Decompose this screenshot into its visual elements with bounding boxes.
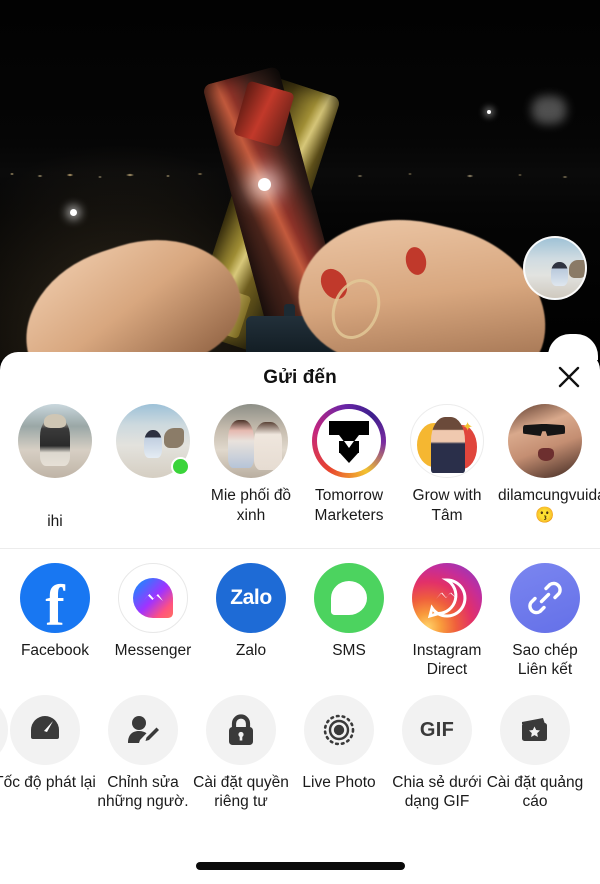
light-spark (70, 209, 77, 216)
share-sheet: Gửi đến ihi Mie phối đồ xinh Tomorrow Ma… (0, 352, 600, 884)
apps-row[interactable]: f Facebook Messenger Zalo Zalo SMS Insta… (0, 549, 600, 679)
edit-people-icon (108, 695, 178, 765)
action-item-share-as-gif[interactable]: GIF Chia sẻ dưới dạng GIF (388, 695, 486, 811)
contact-name: dilamcungvuiday😗 (498, 487, 600, 524)
speedometer-icon (10, 695, 80, 765)
link-icon (510, 563, 580, 633)
app-label: Zalo (235, 642, 267, 659)
avatar-wrap (312, 404, 386, 478)
contact-item-tomorrow-marketers[interactable]: Tomorrow Marketers (300, 400, 398, 526)
action-label: Cài đặt quảng cáo (486, 774, 584, 810)
app-label: Facebook (20, 642, 90, 659)
close-button[interactable] (552, 360, 586, 394)
light-haze (532, 96, 566, 124)
avatar (508, 404, 582, 478)
app-label: Instagram Direct (412, 642, 482, 678)
share-target-zalo[interactable]: Zalo Zalo (202, 563, 300, 660)
close-icon (558, 366, 580, 388)
instagram-direct-icon (412, 563, 482, 633)
action-item-ad-settings[interactable]: Cài đặt quảng cáo (486, 695, 584, 811)
facebook-icon: f (20, 563, 90, 633)
avatar-figure (551, 262, 568, 286)
contact-name: Tomorrow Marketers (314, 487, 384, 524)
action-item-playback-speed[interactable]: Tốc độ phát lại (0, 695, 96, 792)
action-label: Cài đặt quyền riêng tư (193, 774, 289, 810)
share-target-messenger[interactable]: Messenger (104, 563, 202, 660)
tm-logo-icon (317, 409, 381, 473)
lock-icon (206, 695, 276, 765)
instagram-bubble-icon (427, 578, 467, 619)
padlock-glyph (229, 714, 253, 745)
light-spark (258, 178, 271, 191)
contact-item-mie[interactable]: Mie phối đồ xinh (202, 400, 300, 526)
gif-icon: GIF (402, 695, 472, 765)
avatar: ✦ (410, 404, 484, 478)
messenger-bolt-icon (143, 594, 163, 601)
contact-item-2[interactable] (104, 400, 202, 512)
app-label: SMS (332, 642, 366, 659)
action-label: Chỉnh sửa những ngườ. (97, 774, 189, 810)
app-label: Messenger (114, 642, 192, 659)
home-indicator[interactable] (196, 862, 405, 870)
online-status-dot (171, 457, 190, 476)
video-preview[interactable] (0, 0, 600, 360)
contact-name: ihi (47, 513, 63, 530)
live-photo-glyph (323, 714, 355, 746)
action-label: Chia sẻ dưới dạng GIF (392, 774, 482, 810)
wallet-star-glyph (522, 718, 547, 741)
avatar (214, 404, 288, 478)
speedometer-glyph (31, 716, 59, 739)
share-target-facebook[interactable]: f Facebook (6, 563, 104, 660)
avatar (18, 404, 92, 478)
sms-icon (314, 563, 384, 633)
contact-item-dilamcungvuiday[interactable]: dilamcungvuiday😗 (496, 400, 600, 526)
action-item-edit-people[interactable]: Chỉnh sửa những ngườ. (94, 695, 192, 811)
phone-screen: Gửi đến ihi Mie phối đồ xinh Tomorrow Ma… (0, 0, 600, 884)
share-target-copy-link[interactable]: Sao chép Liên kết (496, 563, 594, 679)
ad-settings-icon (500, 695, 570, 765)
share-target-instagram-direct[interactable]: Instagram Direct (398, 563, 496, 679)
messenger-icon (118, 563, 188, 633)
gif-text: GIF (419, 718, 455, 741)
chain-link-icon (528, 581, 562, 615)
page-title: Gửi đến (263, 367, 337, 388)
actions-row[interactable]: Tốc độ phát lại Chỉnh sửa những ngườ. Cà… (0, 677, 600, 827)
light-spark (487, 110, 491, 114)
avatar-wrap: ✦ (410, 404, 484, 478)
app-label: Sao chép Liên kết (512, 642, 578, 678)
action-label: Live Photo (302, 774, 376, 791)
live-photo-icon (304, 695, 374, 765)
person-edit-glyph (128, 716, 159, 743)
contact-name: Grow with Tâm (412, 487, 482, 524)
sheet-header: Gửi đến (0, 352, 600, 400)
contact-item-grow-with-tam[interactable]: ✦ Grow with Tâm (398, 400, 496, 526)
share-target-sms[interactable]: SMS (300, 563, 398, 660)
avatar-wrap (214, 404, 288, 478)
zalo-icon: Zalo (216, 563, 286, 633)
contacts-row[interactable]: ihi Mie phối đồ xinh Tomorrow Marketers … (0, 400, 600, 548)
avatar (312, 404, 386, 478)
action-item-privacy-settings[interactable]: Cài đặt quyền riêng tư (192, 695, 290, 811)
story-preview-avatar[interactable] (523, 236, 587, 300)
contact-item-ihi[interactable]: ihi (6, 400, 104, 532)
avatar-wrap (116, 404, 190, 478)
avatar-wrap (18, 404, 92, 478)
contact-name: Mie phối đồ xinh (210, 487, 292, 524)
avatar-rock (569, 260, 585, 278)
action-item-live-photo[interactable]: Live Photo (290, 695, 388, 792)
action-label: Tốc độ phát lại (0, 774, 96, 791)
avatar-wrap (508, 404, 582, 478)
